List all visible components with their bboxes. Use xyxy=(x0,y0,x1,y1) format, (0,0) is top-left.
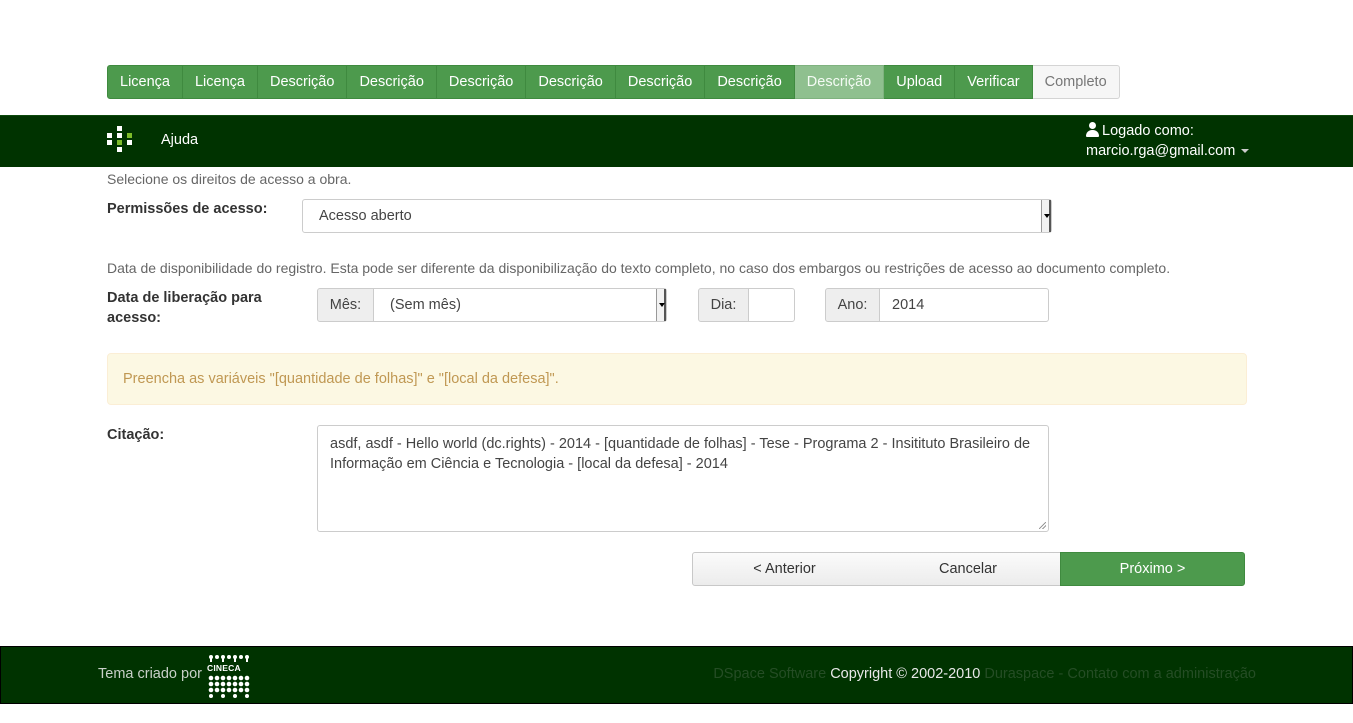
month-addon: Mês: xyxy=(317,288,374,322)
previous-button[interactable]: < Anterior xyxy=(692,552,877,586)
access-permissions-select[interactable]: Acesso aberto xyxy=(302,199,1052,233)
progress-step[interactable]: Descrição xyxy=(436,65,527,99)
user-menu[interactable]: Logado como: marcio.rga@gmail.com xyxy=(1086,121,1250,161)
progress-step[interactable]: Descrição xyxy=(794,65,885,99)
month-select[interactable]: (Sem mês) xyxy=(373,288,667,322)
logged-as-label: Logado como: xyxy=(1102,123,1194,139)
month-value: (Sem mês) xyxy=(390,297,461,313)
footer: Tema criado por CINECA DSpace Software C… xyxy=(0,646,1353,704)
cineca-logo[interactable]: CINECA xyxy=(207,654,251,698)
dropdown-arrow-icon xyxy=(656,289,666,321)
progress-step[interactable]: Descrição xyxy=(526,65,616,99)
progress-step[interactable]: Descrição xyxy=(615,65,706,99)
chevron-down-icon xyxy=(1241,149,1250,154)
footer-links: DSpace Software Copyright © 2002-2010 Du… xyxy=(713,666,1256,682)
citation-value: asdf, asdf - Hello world (dc.rights) - 2… xyxy=(330,436,1031,472)
resize-handle-icon[interactable] xyxy=(1039,522,1046,529)
progress-step: Completo xyxy=(1032,65,1120,99)
warning-alert: Preencha as variáveis "[quantidade de fo… xyxy=(107,353,1247,405)
contact-admin-link[interactable]: Contato com a administração xyxy=(1067,666,1256,682)
release-date-label: Data de liberação para acesso: xyxy=(107,290,262,326)
help-link[interactable]: Ajuda xyxy=(161,132,198,148)
user-email: marcio.rga@gmail.com xyxy=(1086,143,1236,159)
cineca-logo-text: CINECA xyxy=(207,663,241,673)
release-date-hint: Data de disponibilidade do registro. Est… xyxy=(107,260,1171,276)
dropdown-arrow-icon xyxy=(1041,200,1051,232)
day-input[interactable] xyxy=(748,288,795,322)
progress-step[interactable]: Verificar xyxy=(955,65,1033,99)
user-icon xyxy=(1086,122,1099,137)
dspace-logo-icon[interactable] xyxy=(107,126,132,152)
next-button[interactable]: Próximo > xyxy=(1060,552,1245,586)
cineca-logo-icon xyxy=(208,655,250,698)
cancel-button[interactable]: Cancelar xyxy=(876,552,1061,586)
top-navbar: Ajuda Logado como: marcio.rga@gmail.com xyxy=(0,115,1353,167)
progress-step[interactable]: Descrição xyxy=(257,65,348,99)
progress-step[interactable]: Descrição xyxy=(705,65,795,99)
year-addon: Ano: xyxy=(825,288,880,322)
duraspace-link[interactable]: Duraspace xyxy=(984,666,1054,682)
copyright-text: Copyright © 2002-2010 xyxy=(830,666,981,682)
year-input[interactable]: 2014 xyxy=(879,288,1049,322)
progress-step[interactable]: Licença xyxy=(182,65,258,99)
dspace-link[interactable]: DSpace Software xyxy=(713,666,826,682)
progress-step[interactable]: Licença xyxy=(107,65,183,99)
access-permissions-label: Permissões de acesso: xyxy=(107,201,268,217)
day-addon: Dia: xyxy=(698,288,749,322)
submission-progress-bar: Licença Licença Descrição Descrição Descriçã… xyxy=(107,65,1120,99)
footer-separator: - xyxy=(1058,666,1064,682)
theme-credit: Tema criado por xyxy=(98,666,202,682)
citation-label: Citação: xyxy=(107,427,165,443)
progress-step[interactable]: Descrição xyxy=(347,65,437,99)
citation-textarea[interactable]: asdf, asdf - Hello world (dc.rights) - 2… xyxy=(317,425,1049,532)
progress-step[interactable]: Upload xyxy=(884,65,956,99)
access-permissions-value: Acesso aberto xyxy=(319,208,412,224)
access-hint: Selecione os direitos de acesso a obra. xyxy=(107,171,352,187)
